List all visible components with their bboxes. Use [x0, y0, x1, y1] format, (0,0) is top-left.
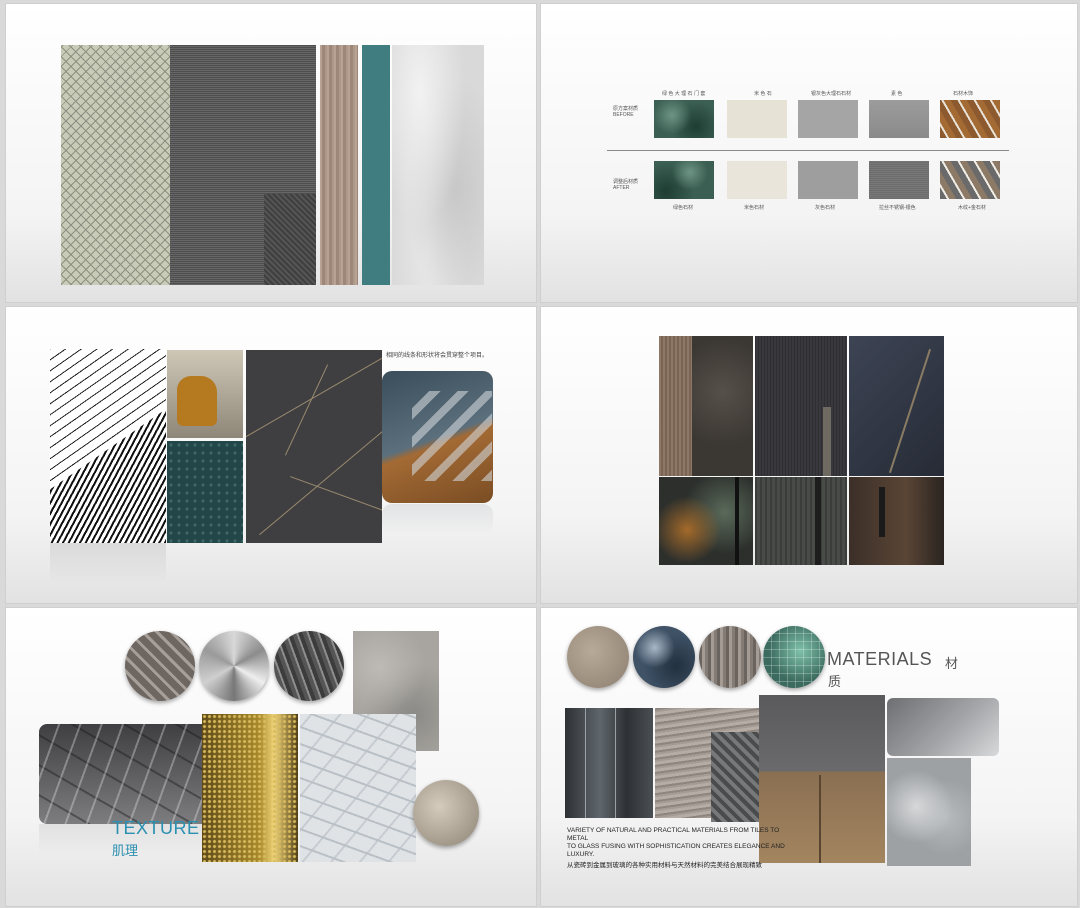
- slide-before-after: 绿 色 大 理 石 门 套 米 色 石 银灰色大理石石材 素 色 石材木饰 原方…: [540, 3, 1078, 303]
- line-pattern-reflection: [50, 543, 166, 583]
- chevron-floor-reflection: [382, 504, 493, 534]
- gold-glass-panel: [202, 714, 298, 862]
- materials-desc-line-1: VARIETY OF NATURAL AND PRACTICAL MATERIA…: [567, 827, 780, 834]
- dark-wood-panel: [755, 477, 847, 565]
- after-label-en: AFTER: [613, 185, 630, 191]
- before-plain-grey: [869, 100, 929, 138]
- header-label-5: 石材木饰: [953, 91, 974, 97]
- grey-marble-swatch: [392, 45, 484, 285]
- header-label-1: 绿 色 大 理 石 门 套: [662, 91, 706, 97]
- wave-metal-circle: [274, 631, 344, 701]
- after-label-cn: 调整后材质: [613, 179, 639, 185]
- footer-label-3: 灰色石材: [815, 205, 836, 211]
- chevron-floor-photo: [382, 371, 493, 503]
- lounge-chair-photo: [167, 350, 243, 438]
- blue-marble-circle: [633, 626, 695, 688]
- after-green-marble: [654, 161, 714, 199]
- footer-label-2: 米色石材: [744, 205, 765, 211]
- slide-swatch-board: [5, 3, 537, 303]
- materials-desc-cn: 从瓷砖到金属到玻璃的各种实用材料与天然材料的完美结合展现精致: [567, 862, 762, 869]
- glass-window-panel: [659, 477, 753, 565]
- slide-line-pattern: 相同的线条和形状将会贯穿整个项目。: [5, 306, 537, 604]
- footer-label-5: 木纹+金石材: [958, 205, 986, 211]
- grey-gradient-tile: [887, 698, 999, 756]
- chevron-tile-swatch: [61, 45, 170, 285]
- after-wood-stone: [940, 161, 1000, 199]
- header-label-3: 银灰色大理石石材: [811, 91, 852, 97]
- divider-line: [607, 150, 1009, 151]
- slide-materials: MATERIALS 材 质 VARIETY OF NATURAL AND PRA…: [540, 607, 1078, 907]
- carved-wood-circle: [699, 626, 761, 688]
- blue-leather-panel: [849, 336, 944, 476]
- header-label-4: 素 色: [891, 91, 903, 97]
- brushed-dark-metal-panel: [755, 336, 847, 476]
- header-label-2: 米 色 石: [754, 91, 772, 97]
- before-beige-stone: [727, 100, 787, 138]
- footer-label-1: 绿色石材: [673, 205, 694, 211]
- slide-dark-panels: [540, 306, 1078, 604]
- before-grey-stone: [798, 100, 858, 138]
- teal-strip-swatch: [362, 45, 390, 285]
- footer-label-4: 拉丝不锈钢-银色: [879, 205, 916, 211]
- metal-reveal-strip: [823, 407, 831, 476]
- quilted-texture-circle: [125, 631, 195, 701]
- stone-wood-block: [759, 695, 885, 863]
- after-beige-stone: [727, 161, 787, 199]
- materials-title-cn-1: 材: [945, 656, 959, 671]
- after-brushed-steel: [869, 161, 929, 199]
- green-mosaic-circle: [763, 626, 825, 688]
- slide-texture: TEXTURE 肌理: [5, 607, 537, 907]
- white-web-panel: [300, 714, 416, 862]
- dark-stone-panel: [692, 336, 753, 476]
- grey-fabric-swatch-2: [264, 194, 316, 285]
- materials-title: MATERIALS: [827, 649, 933, 669]
- before-green-marble: [654, 100, 714, 138]
- texture-title: TEXTURE: [112, 818, 200, 838]
- wood-strip-swatch: [320, 45, 358, 285]
- fabric-detail-circle: [413, 780, 479, 846]
- grey-angular-panel: [246, 350, 382, 543]
- slide3-caption: 相同的线条和形状将会贯穿整个项目。: [386, 353, 489, 359]
- teal-geometric-fabric: [167, 441, 243, 543]
- texture-subtitle: 肌理: [112, 843, 139, 858]
- bronze-handle-panel: [849, 477, 944, 565]
- faceted-metal-circle: [199, 631, 269, 701]
- materials-desc-line-2: METAL: [567, 835, 589, 842]
- before-label-cn: 原方案材质: [613, 106, 639, 112]
- before-label-en: BEFORE: [613, 112, 634, 118]
- grey-cushions-photo: [887, 758, 971, 866]
- wood-edge-panel: [659, 336, 692, 476]
- materials-desc-line-4: LUXURY.: [567, 851, 595, 858]
- glass-corridor-photo: [565, 708, 653, 818]
- oak-texture-circle: [567, 626, 629, 688]
- materials-desc-line-3: TO GLASS FUSING WITH SOPHISTICATION CREA…: [567, 843, 785, 850]
- line-pattern-panel: [50, 349, 166, 543]
- materials-title-cn-2: 质: [828, 674, 842, 689]
- after-grey-stone: [798, 161, 858, 199]
- before-stone-wood: [940, 100, 1000, 138]
